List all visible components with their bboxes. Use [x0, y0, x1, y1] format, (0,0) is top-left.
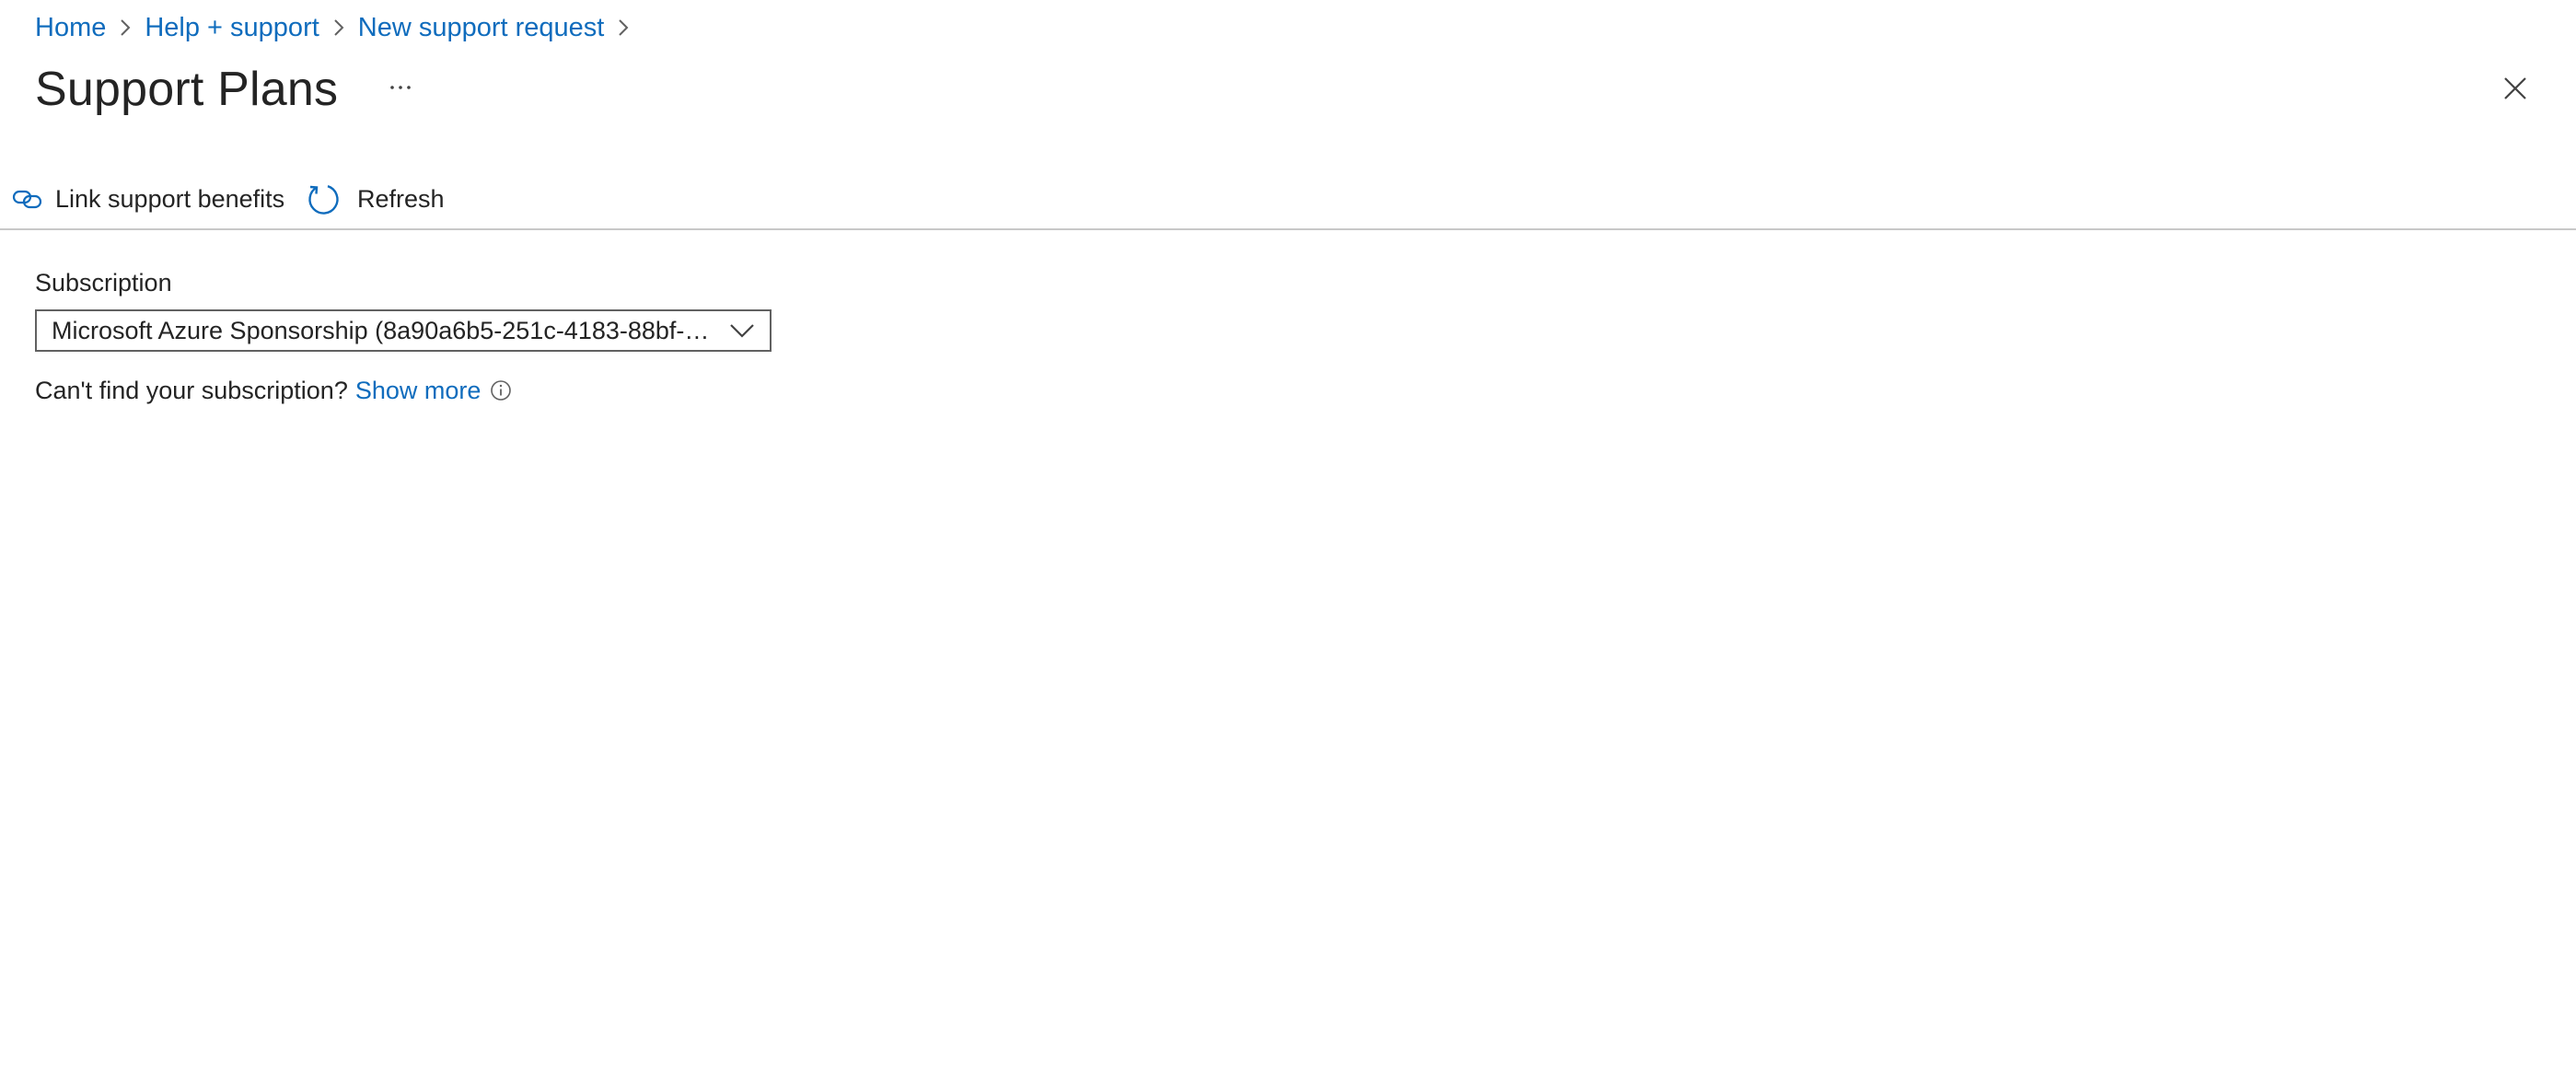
- close-icon: [2504, 77, 2526, 99]
- support-plans-page: Home Help + support New support request …: [0, 0, 2576, 1070]
- link-icon: [11, 185, 44, 213]
- more-horizontal-icon: [390, 86, 412, 89]
- chevron-down-icon: [714, 311, 770, 350]
- breadcrumb-help-support[interactable]: Help + support: [145, 13, 319, 43]
- title-row: Support Plans: [35, 59, 419, 120]
- breadcrumb-new-support-request[interactable]: New support request: [358, 13, 605, 43]
- page-title: Support Plans: [35, 63, 339, 116]
- refresh-label: Refresh: [357, 184, 445, 213]
- command-bar: Link support benefits Refresh: [0, 175, 2576, 230]
- subscription-help-text: Can't find your subscription?: [35, 376, 348, 404]
- breadcrumb: Home Help + support New support request: [35, 11, 643, 44]
- subscription-label: Subscription: [35, 269, 172, 297]
- chevron-right-icon: [319, 14, 358, 41]
- info-icon[interactable]: [490, 379, 512, 401]
- link-support-benefits-button[interactable]: Link support benefits: [11, 175, 284, 223]
- chevron-right-icon: [106, 14, 145, 41]
- refresh-button[interactable]: Refresh: [306, 175, 445, 223]
- chevron-right-icon: [604, 14, 643, 41]
- subscription-help-row: Can't find your subscription? Show more: [35, 372, 512, 409]
- link-support-benefits-label: Link support benefits: [55, 184, 285, 213]
- subscription-dropdown-value: Microsoft Azure Sponsorship (8a90a6b5-25…: [52, 316, 714, 344]
- more-options-button[interactable]: [382, 69, 419, 106]
- show-more-link[interactable]: Show more: [355, 377, 482, 405]
- refresh-icon: [306, 181, 341, 216]
- breadcrumb-home[interactable]: Home: [35, 13, 106, 43]
- subscription-dropdown[interactable]: Microsoft Azure Sponsorship (8a90a6b5-25…: [35, 309, 772, 352]
- close-button[interactable]: [2499, 72, 2532, 105]
